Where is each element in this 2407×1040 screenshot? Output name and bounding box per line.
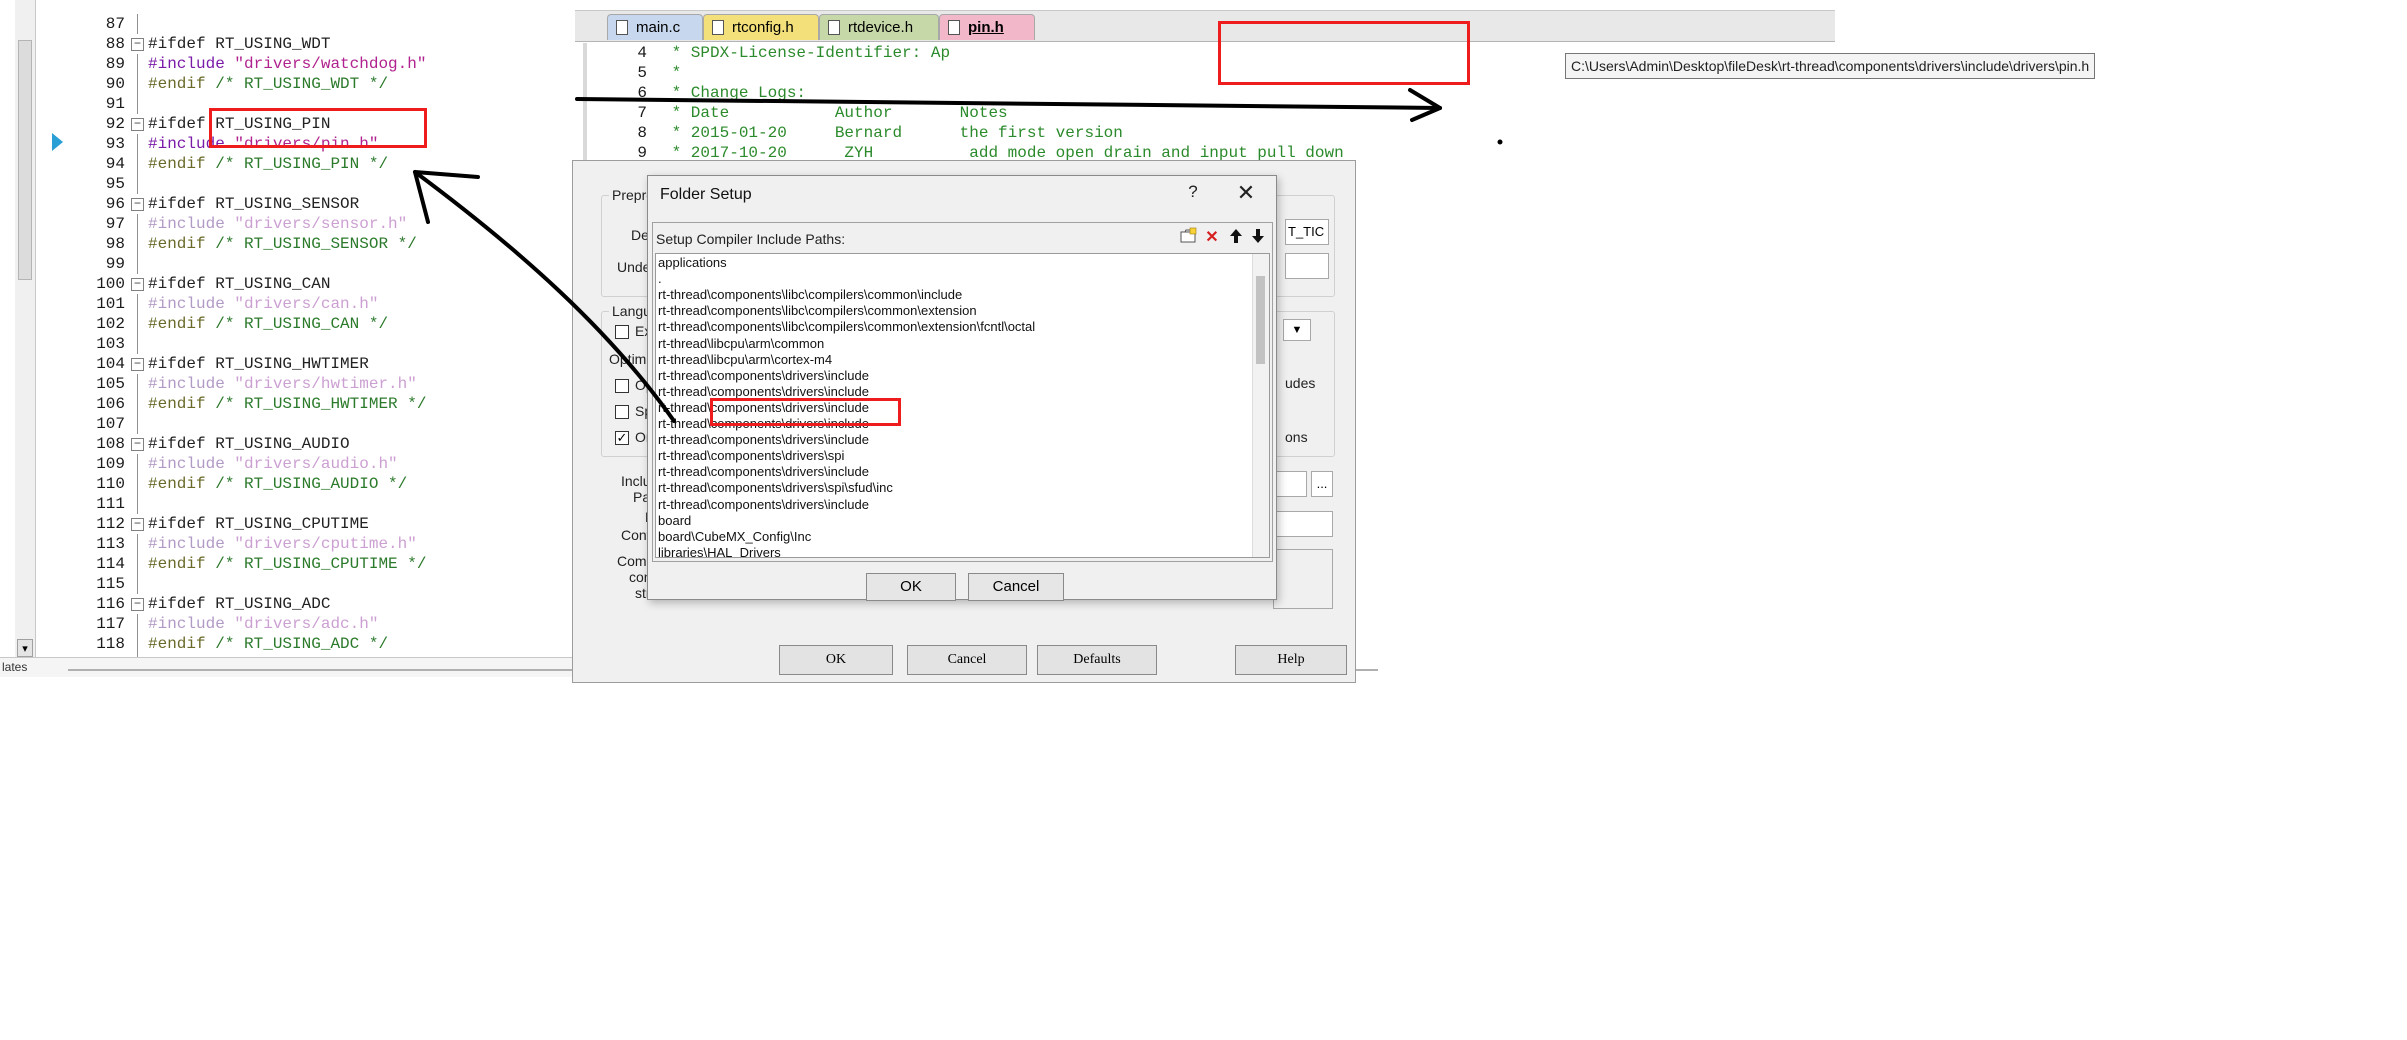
annotation-arrows: [413, 88, 1503, 423]
arrow-to-left-include: [413, 170, 676, 423]
arrowhead-right-icon: [1408, 88, 1442, 122]
arrow-to-tooltip: [575, 97, 1442, 110]
annotation-dot: [1497, 139, 1503, 145]
